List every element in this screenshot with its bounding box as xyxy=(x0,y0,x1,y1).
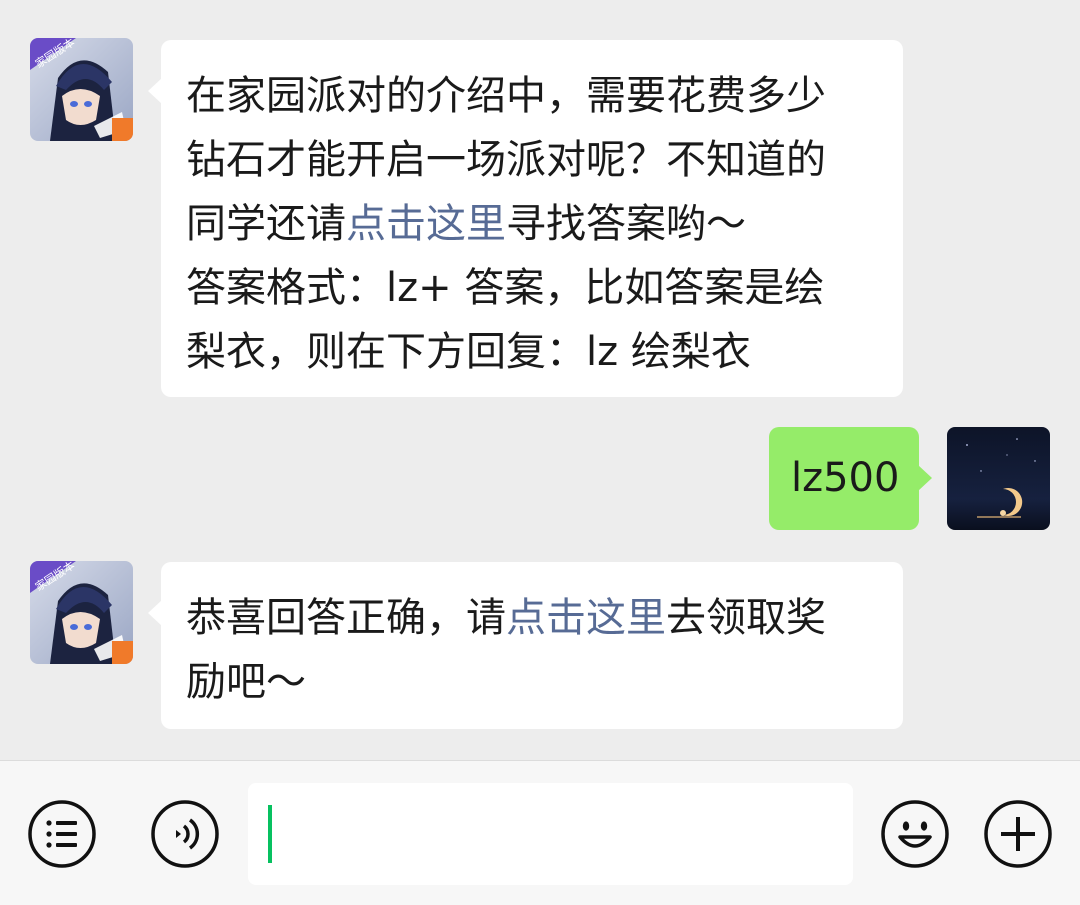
night-moon-avatar-icon xyxy=(947,427,1050,530)
chat-input-bar xyxy=(0,760,1080,905)
my-avatar[interactable] xyxy=(947,427,1050,530)
voice-icon xyxy=(151,800,219,868)
message-input[interactable] xyxy=(248,783,853,885)
message-line: 梨衣，则在下方回复：lz 绘梨衣 xyxy=(186,329,751,375)
message-bubble-outgoing[interactable]: lz500 xyxy=(769,427,932,530)
official-account-avatar[interactable]: 家园版本 xyxy=(30,561,133,664)
text-cursor xyxy=(268,805,272,863)
menu-list-button[interactable] xyxy=(27,799,97,869)
click-here-link[interactable]: 点击这里 xyxy=(506,595,666,641)
click-here-link[interactable]: 点击这里 xyxy=(346,201,506,247)
message-line: 答案格式：lz+ 答案，比如答案是绘 xyxy=(186,265,825,311)
emoji-icon xyxy=(881,800,949,868)
emoji-button[interactable] xyxy=(880,799,950,869)
message-line: lz500 xyxy=(791,455,900,501)
chat-message-list[interactable]: 家园版本 在家园派对的介绍中，需要花费多少 钻石才能开启一场派对呢？不知道的 同… xyxy=(0,0,1080,760)
message-line: 钻石才能开启一场派对呢？不知道的 xyxy=(186,137,826,183)
official-account-avatar[interactable]: 家园版本 xyxy=(30,38,133,141)
message-line: 同学还请点击这里寻找答案哟～ xyxy=(186,201,746,247)
plus-button[interactable] xyxy=(983,799,1053,869)
message-line: 恭喜回答正确，请点击这里去领取奖 xyxy=(186,595,826,641)
voice-button[interactable] xyxy=(150,799,220,869)
menu-list-icon xyxy=(28,800,96,868)
message-line: 励吧～ xyxy=(186,659,306,705)
message-bubble-incoming[interactable]: 在家园派对的介绍中，需要花费多少 钻石才能开启一场派对呢？不知道的 同学还请点击… xyxy=(148,40,903,397)
message-line: 在家园派对的介绍中，需要花费多少 xyxy=(186,73,826,119)
message-bubble-incoming[interactable]: 恭喜回答正确，请点击这里去领取奖 励吧～ xyxy=(148,562,903,729)
plus-icon xyxy=(984,800,1052,868)
